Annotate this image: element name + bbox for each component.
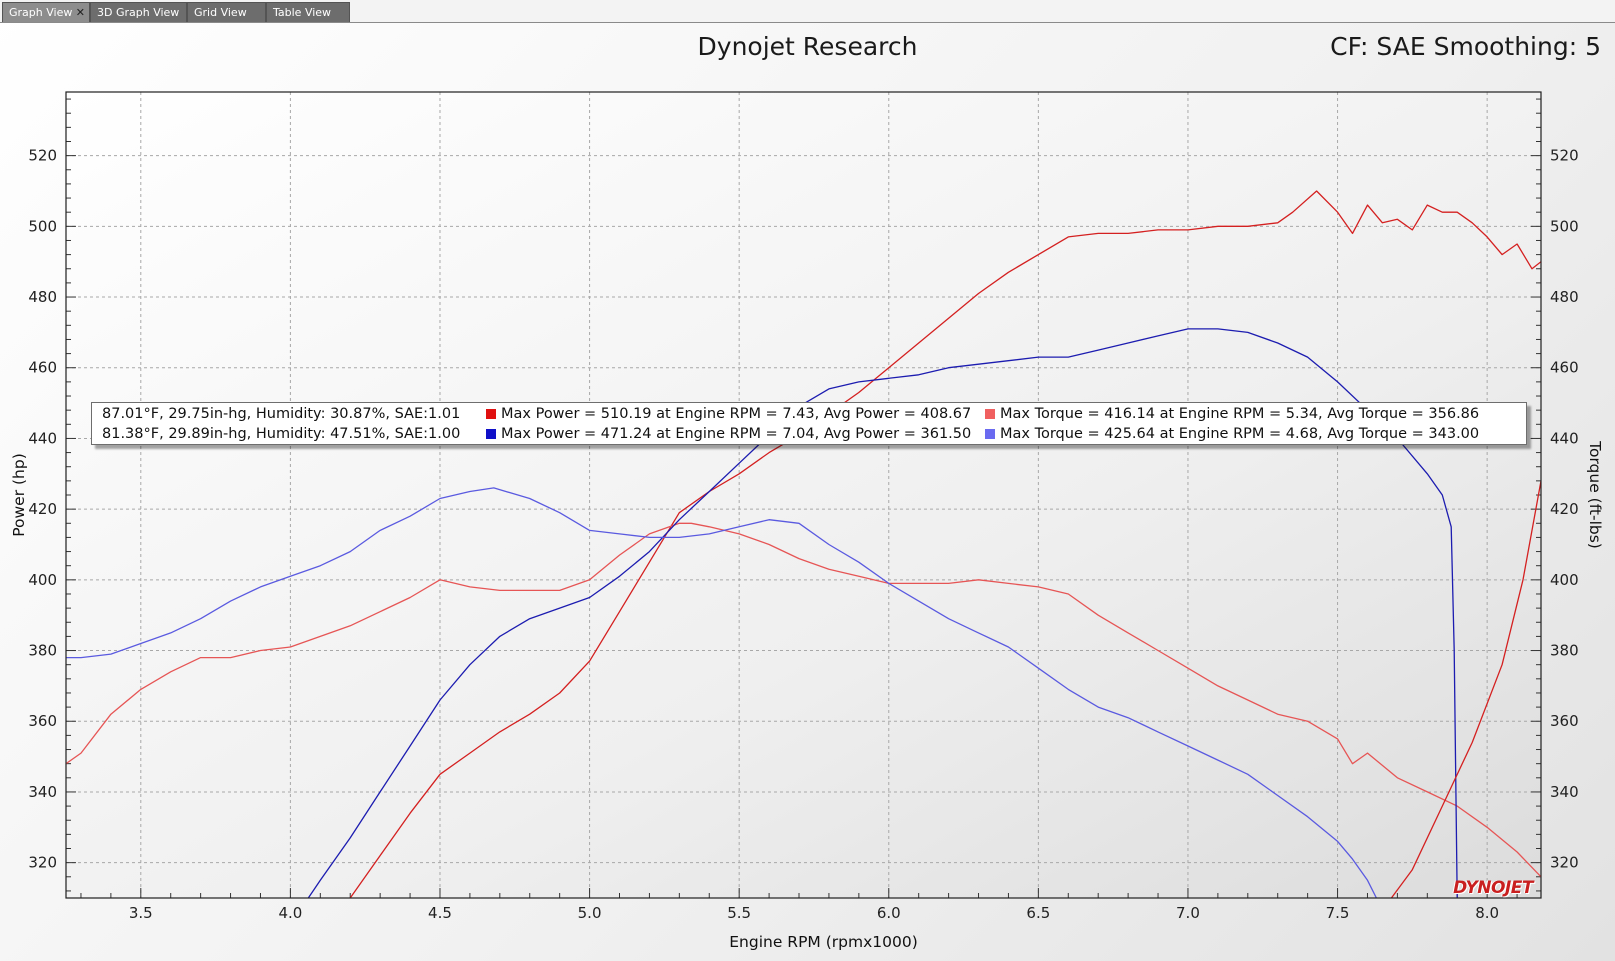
y2-tick-label: 460 (1550, 359, 1579, 377)
x-tick-label: 6.5 (1026, 904, 1050, 922)
dynojet-logo: DYNOJET (1453, 878, 1533, 898)
y-tick-label: 440 (28, 429, 57, 447)
y-tick-label: 500 (28, 217, 57, 235)
x-tick-label: 4.0 (278, 904, 302, 922)
legend-torque-text: Max Torque = 416.14 at Engine RPM = 5.34… (1000, 406, 1480, 422)
dyno-chart[interactable]: 3.5 4.0 4.5 5.0 5.5 6.0 6.5 7.0 7.5 8.0 320 320 340 3… (0, 0, 1615, 961)
y-axis-label: Power (hp) (10, 453, 28, 537)
legend-power-text: Max Power = 510.19 at Engine RPM = 7.43,… (501, 406, 972, 422)
legend-power-entry: Max Power = 471.24 at Engine RPM = 7.04,… (486, 424, 971, 444)
y2-axis-label: Torque (ft-lbs) (1586, 440, 1604, 549)
y2-tick-label: 340 (1550, 783, 1579, 801)
y2-tick-label: 480 (1550, 288, 1579, 306)
y-tick-label: 520 (28, 147, 57, 165)
legend-power-text: Max Power = 471.24 at Engine RPM = 7.04,… (501, 426, 972, 442)
y2-tick-label: 520 (1550, 147, 1579, 165)
y2-tick-label: 380 (1550, 642, 1579, 660)
legend-power-entry: Max Power = 510.19 at Engine RPM = 7.43,… (486, 404, 971, 424)
legend-conditions: 81.38°F, 29.89in-hg, Humidity: 47.51%, S… (102, 426, 461, 442)
y2-tick-label: 320 (1550, 854, 1579, 872)
legend-swatch (486, 409, 496, 419)
x-tick-label: 5.0 (578, 904, 602, 922)
y2-tick-label: 440 (1550, 429, 1579, 447)
legend-torque-entry: Max Torque = 416.14 at Engine RPM = 5.34… (985, 404, 1479, 424)
y-tick-label: 400 (28, 571, 57, 589)
x-tick-label: 8.0 (1475, 904, 1499, 922)
y2-tick-label: 360 (1550, 712, 1579, 730)
y-tick-label: 360 (28, 712, 57, 730)
y-tick-label: 340 (28, 783, 57, 801)
y-tick-label: 320 (28, 854, 57, 872)
x-tick-label: 6.0 (877, 904, 901, 922)
legend-torque-entry: Max Torque = 425.64 at Engine RPM = 4.68… (985, 424, 1479, 444)
x-tick-label: 7.5 (1326, 904, 1350, 922)
x-axis-label: Engine RPM (rpmx1000) (729, 933, 918, 951)
y2-tick-label: 400 (1550, 571, 1579, 589)
y-tick-label: 480 (28, 288, 57, 306)
x-tick-label: 5.5 (727, 904, 751, 922)
y2-tick-label: 420 (1550, 500, 1579, 518)
x-tick-label: 4.5 (428, 904, 452, 922)
x-tick-label: 3.5 (129, 904, 153, 922)
plot-area (66, 92, 1541, 898)
y-tick-label: 460 (28, 359, 57, 377)
run-legend: 87.01°F, 29.75in-hg, Humidity: 30.87%, S… (91, 402, 1527, 445)
legend-torque-text: Max Torque = 425.64 at Engine RPM = 4.68… (1000, 426, 1480, 442)
legend-swatch (486, 429, 496, 439)
y-tick-label: 420 (28, 500, 57, 518)
x-tick-label: 7.0 (1176, 904, 1200, 922)
y2-tick-label: 500 (1550, 217, 1579, 235)
legend-swatch (985, 429, 995, 439)
legend-swatch (985, 409, 995, 419)
y-tick-label: 380 (28, 642, 57, 660)
legend-conditions: 87.01°F, 29.75in-hg, Humidity: 30.87%, S… (102, 406, 461, 422)
